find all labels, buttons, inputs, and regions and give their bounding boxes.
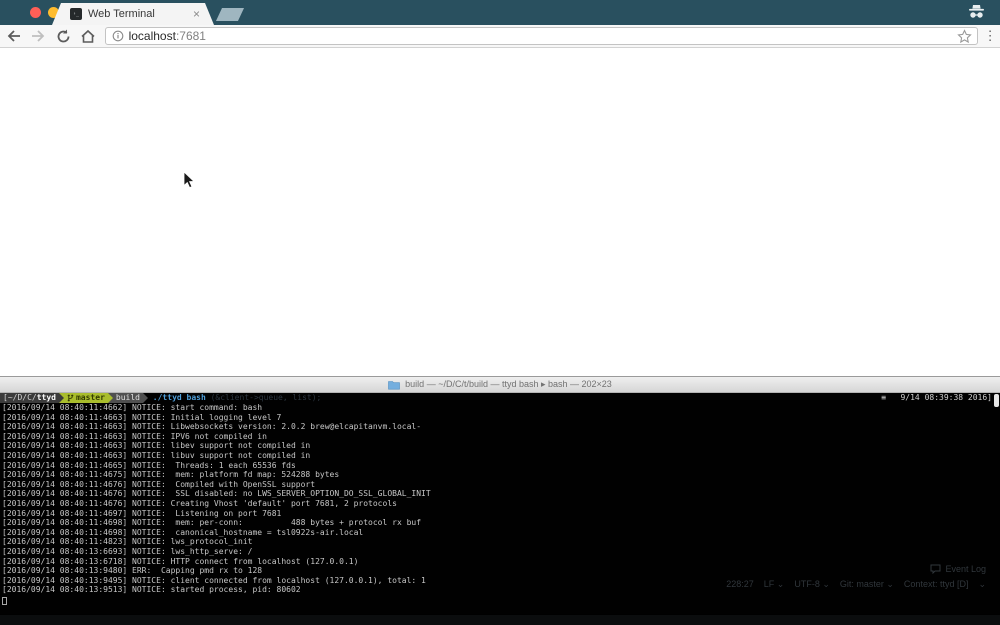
reload-icon	[56, 29, 71, 44]
browser-tab-web-terminal[interactable]: ›_ Web Terminal ×	[52, 3, 214, 25]
terminal-log-line: [2016/09/14 08:40:11:4676] NOTICE: SSL d…	[2, 489, 1000, 499]
terminal-scrollbar-thumb[interactable]	[994, 394, 999, 407]
terminal-window-title: build — ~/D/C/t/build — ttyd bash ▸ bash…	[405, 379, 612, 390]
prompt-git-segment: master	[64, 393, 108, 403]
browser-menu-button[interactable]: ⋮	[980, 28, 1000, 44]
forward-button[interactable]	[28, 25, 50, 47]
incognito-icon	[967, 5, 986, 24]
ghost-event-log: Event Log	[930, 564, 986, 574]
url-omnibox[interactable]: localhost:7681	[105, 27, 979, 45]
terminal-prompt-line: [~/D/C/ttyd master build ./ttyd bash (&c…	[0, 393, 1000, 403]
terminal-log-line: [2016/09/14 08:40:11:4676] NOTICE: Compi…	[2, 480, 1000, 490]
terminal-log-line: [2016/09/14 08:40:11:4676] NOTICE: Creat…	[2, 499, 1000, 509]
terminal-log-line: [2016/09/14 08:40:11:4663] NOTICE: Initi…	[2, 413, 1000, 423]
back-arrow-icon	[6, 29, 22, 43]
home-icon	[80, 29, 96, 44]
back-button[interactable]	[3, 25, 25, 47]
git-branch-icon	[67, 394, 74, 402]
tab-favicon-terminal-icon: ›_	[70, 8, 82, 20]
url-text: localhost:7681	[129, 29, 206, 43]
background-ghost-text: (&client->queue, list);	[206, 393, 322, 403]
window-close-button[interactable]	[30, 7, 41, 18]
terminal-log-line: [2016/09/14 08:40:11:4665] NOTICE: Threa…	[2, 461, 1000, 471]
tab-title: Web Terminal	[88, 8, 189, 20]
terminal-log-line: [2016/09/14 08:40:11:4663] NOTICE: IPV6 …	[2, 432, 1000, 442]
terminal-log-line: [2016/09/14 08:40:11:4662] NOTICE: start…	[2, 403, 1000, 413]
prompt-clock-text: ≡ 9/14 08:39:38 2016]	[881, 393, 992, 403]
site-info-icon[interactable]	[112, 30, 124, 42]
browser-viewport[interactable]	[0, 48, 1000, 376]
browser-tabstrip: ›_ Web Terminal ×	[0, 0, 1000, 25]
home-button[interactable]	[77, 25, 99, 47]
bookmark-star-button[interactable]	[957, 29, 972, 49]
terminal-titlebar[interactable]: build — ~/D/C/t/build — ttyd bash ▸ bash…	[0, 376, 1000, 393]
tab-close-icon[interactable]: ×	[193, 8, 200, 20]
prompt-dir-segment: build	[113, 393, 143, 403]
new-tab-button[interactable]	[216, 8, 244, 21]
ghost-ide-status-bar: 228:27 LF ⌄ UTF-8 ⌄ Git: master ⌄ Contex…	[726, 579, 986, 590]
bottom-edge-strip	[0, 614, 1000, 625]
terminal-log-line: [2016/09/14 08:40:11:4698] NOTICE: mem: …	[2, 518, 1000, 528]
terminal-log-line: [2016/09/14 08:40:11:4663] NOTICE: Libwe…	[2, 422, 1000, 432]
folder-icon	[388, 380, 400, 390]
prompt-path-segment: [~/D/C/ttyd	[0, 393, 59, 403]
forward-arrow-icon	[30, 29, 46, 43]
terminal-cursor	[2, 597, 7, 605]
terminal-log-line: [2016/09/14 08:40:13:6718] NOTICE: HTTP …	[2, 557, 1000, 567]
terminal-log-line: [2016/09/14 08:40:11:4663] NOTICE: libuv…	[2, 451, 1000, 461]
terminal-log-line: [2016/09/14 08:40:11:4675] NOTICE: mem: …	[2, 470, 1000, 480]
terminal-log-line: [2016/09/14 08:40:11:4663] NOTICE: libev…	[2, 441, 1000, 451]
terminal-log-output: [2016/09/14 08:40:11:4662] NOTICE: start…	[0, 403, 1000, 595]
terminal-log-line: [2016/09/14 08:40:13:9480] ERR: Capping …	[2, 566, 1000, 576]
terminal-log-line: [2016/09/14 08:40:11:4698] NOTICE: canon…	[2, 528, 1000, 538]
terminal-log-line: [2016/09/14 08:40:11:4697] NOTICE: Liste…	[2, 509, 1000, 519]
terminal-screen[interactable]: [~/D/C/ttyd master build ./ttyd bash (&c…	[0, 393, 1000, 625]
terminal-log-line: [2016/09/14 08:40:13:6693] NOTICE: lws_h…	[2, 547, 1000, 557]
reload-button[interactable]	[52, 25, 74, 47]
screen: ›_ Web Terminal ×	[0, 0, 1000, 625]
prompt-command-text: ./ttyd bash	[148, 393, 206, 403]
mouse-cursor	[183, 171, 195, 194]
terminal-log-line: [2016/09/14 08:40:11:4823] NOTICE: lws_p…	[2, 537, 1000, 547]
browser-toolbar: localhost:7681 ⋮	[0, 25, 1000, 48]
speech-bubble-icon	[930, 564, 941, 574]
